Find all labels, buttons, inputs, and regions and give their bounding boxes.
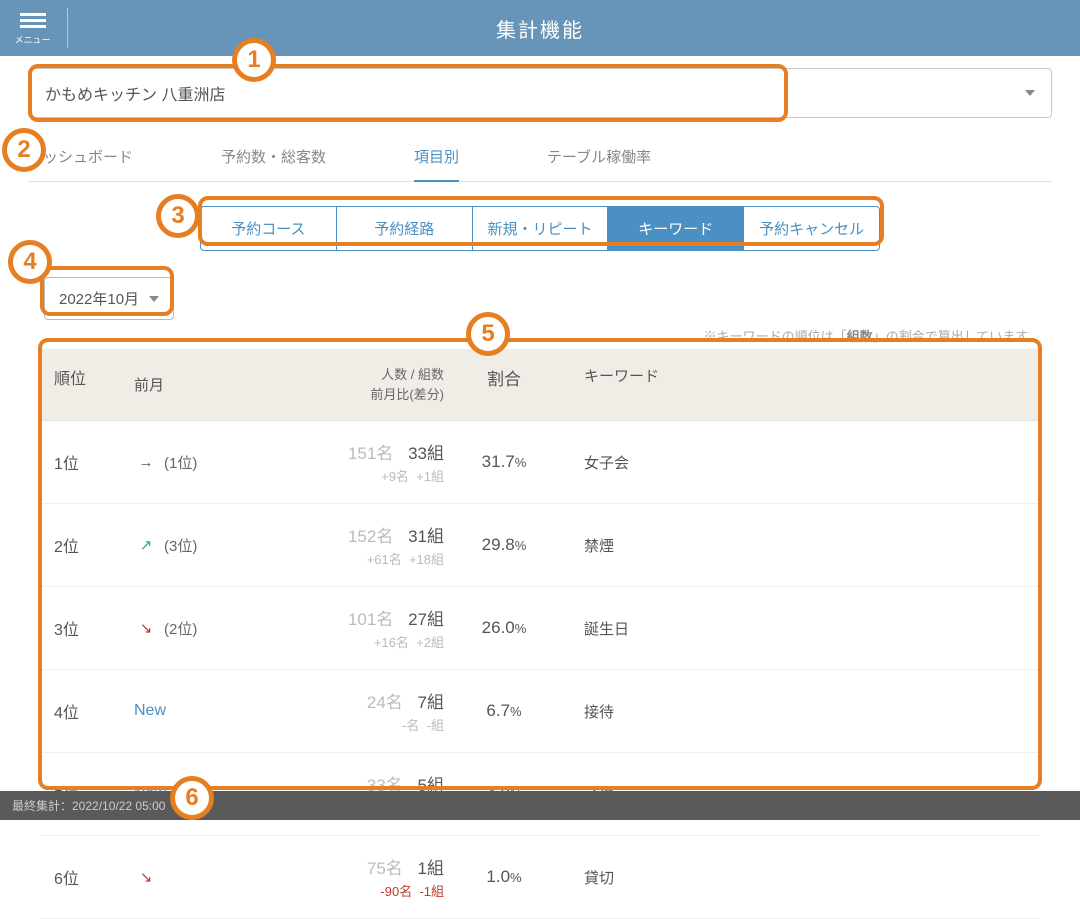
nums-cell: 75名 1組-90名 -1組: [284, 854, 444, 900]
nums-cell: 101名 27組+16名 +2組: [284, 605, 444, 651]
table-row: 1位→ (1位) 151名 33組+9名 +1組31.7%女子会: [40, 421, 1040, 504]
prev-cell: New: [134, 702, 284, 720]
page-title: 集計機能: [496, 14, 584, 43]
keyword-cell: 女子会: [564, 452, 1026, 473]
rate-cell: 6.7%: [444, 701, 564, 721]
arrow-down-icon: ↘: [134, 619, 158, 637]
prev-cell: → (1位): [134, 452, 284, 473]
table-header: 順位 前月 人数 / 組数前月比(差分) 割合 キーワード: [40, 349, 1040, 421]
tab-dashboard[interactable]: ダッシュボード: [28, 136, 133, 181]
store-name: かもめキッチン 八重洲店: [45, 81, 225, 105]
keyword-cell: 貸切: [564, 867, 1026, 888]
chevron-down-icon: [1025, 90, 1035, 96]
arrow-down-icon: ↘: [134, 868, 158, 886]
table-row: 2位↗ (3位) 152名 31組+61名 +18組29.8%禁煙: [40, 504, 1040, 587]
store-select[interactable]: かもめキッチン 八重洲店: [28, 68, 1052, 118]
col-prev: 前月: [134, 365, 284, 404]
subtab-repeat[interactable]: 新規・リピート: [473, 207, 609, 250]
chevron-down-icon: [149, 296, 159, 302]
menu-label: メニュー: [14, 33, 50, 46]
arrow-flat-icon: →: [134, 454, 158, 471]
nums-cell: 151名 33組+9名 +1組: [284, 439, 444, 485]
prev-cell: ↘: [134, 868, 284, 886]
app-header: メニュー 集計機能: [0, 0, 1080, 56]
rate-cell: 29.8%: [444, 535, 564, 555]
calculation-note: ※キーワードの順位は「組数」の割合で算出しています。: [0, 326, 1040, 345]
table-row: 3位↘ (2位) 101名 27組+16名 +2組26.0%誕生日: [40, 587, 1040, 670]
col-keyword: キーワード: [564, 365, 1026, 404]
keyword-cell: 接待: [564, 701, 1026, 722]
rank-cell: 1位: [54, 450, 134, 474]
tab-by-item[interactable]: 項目別: [414, 136, 459, 181]
menu-button[interactable]: メニュー: [0, 10, 65, 46]
prev-rank: (1位): [164, 452, 197, 473]
rate-cell: 31.7%: [444, 452, 564, 472]
rank-cell: 6位: [54, 865, 134, 889]
prev-rank: (2位): [164, 618, 197, 639]
nums-cell: 152名 31組+61名 +18組: [284, 522, 444, 568]
keyword-cell: 誕生日: [564, 618, 1026, 639]
table-row: 6位↘ 75名 1組-90名 -1組1.0%貸切: [40, 836, 1040, 919]
table-row: 4位New 24名 7組-名 -組6.7%接待: [40, 670, 1040, 753]
rate-cell: 1.0%: [444, 867, 564, 887]
col-nums: 人数 / 組数前月比(差分): [284, 365, 444, 404]
hamburger-icon: [20, 10, 46, 31]
footer-status: 最終集計：2022/10/22 05:00: [0, 791, 1080, 820]
sub-tabs: 予約コース 予約経路 新規・リピート キーワード 予約キャンセル: [200, 206, 880, 251]
tab-table-rate[interactable]: テーブル稼働率: [547, 136, 651, 181]
subtab-route[interactable]: 予約経路: [337, 207, 473, 250]
subtab-course[interactable]: 予約コース: [201, 207, 337, 250]
month-label: 2022年10月: [59, 288, 139, 309]
subtab-cancel[interactable]: 予約キャンセル: [744, 207, 879, 250]
month-select[interactable]: 2022年10月: [44, 277, 174, 320]
main-tabs: ダッシュボード 予約数・総客数 項目別 テーブル稼働率: [28, 136, 1052, 182]
col-rate: 割合: [444, 365, 564, 404]
arrow-up-icon: ↗: [134, 536, 158, 554]
prev-rank: (3位): [164, 535, 197, 556]
prev-cell: ↘ (2位): [134, 618, 284, 639]
keyword-table: 順位 前月 人数 / 組数前月比(差分) 割合 キーワード 1位→ (1位) 151…: [40, 349, 1040, 919]
keyword-cell: 禁煙: [564, 535, 1026, 556]
header-divider: [67, 8, 68, 48]
new-label: New: [134, 702, 166, 720]
nums-cell: 24名 7組-名 -組: [284, 688, 444, 734]
tab-reservations[interactable]: 予約数・総客数: [221, 136, 326, 181]
rank-cell: 4位: [54, 699, 134, 723]
rank-cell: 3位: [54, 616, 134, 640]
col-rank: 順位: [54, 365, 134, 404]
rank-cell: 2位: [54, 533, 134, 557]
rate-cell: 26.0%: [444, 618, 564, 638]
prev-cell: ↗ (3位): [134, 535, 284, 556]
subtab-keyword[interactable]: キーワード: [608, 207, 744, 250]
